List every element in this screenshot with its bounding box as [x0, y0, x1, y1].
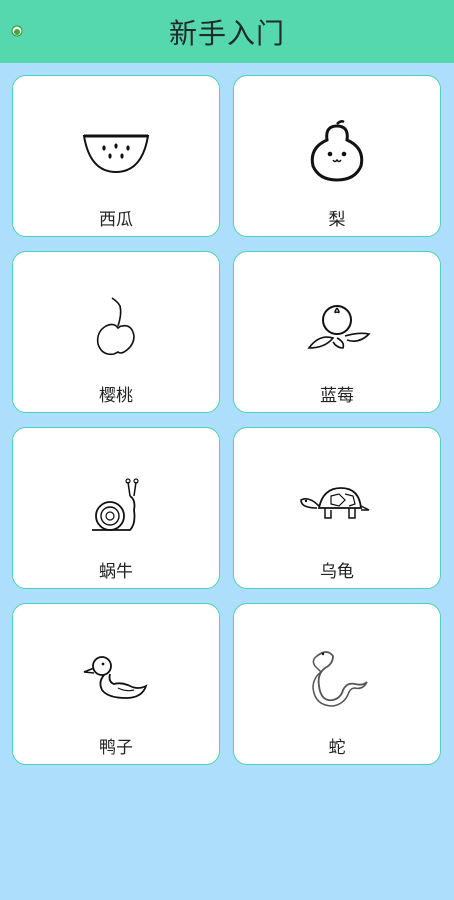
- duck-icon: [83, 656, 148, 699]
- card-label: 梨: [328, 210, 346, 230]
- page-title: 新手入门: [168, 16, 285, 50]
- snake-icon: [312, 651, 368, 707]
- card-label: 乌龟: [320, 562, 354, 582]
- card-pear[interactable]: 梨: [233, 75, 441, 237]
- snail-icon: [92, 478, 139, 531]
- card-snake[interactable]: 蛇: [233, 603, 441, 765]
- card-label: 樱桃: [99, 386, 133, 406]
- card-turtle[interactable]: 乌龟: [233, 427, 441, 589]
- card-snail[interactable]: 蜗牛: [12, 427, 220, 589]
- pear-icon: [310, 120, 364, 182]
- drawing-grid: 西瓜 梨 樱桃 蓝莓 蜗牛 乌龟 鸭子 蛇: [12, 75, 441, 765]
- card-label: 蛇: [328, 738, 346, 758]
- back-icon: [11, 25, 23, 37]
- card-label: 鸭子: [99, 738, 133, 758]
- card-label: 蜗牛: [99, 562, 133, 582]
- card-cherry[interactable]: 樱桃: [12, 251, 220, 413]
- cherry-icon: [96, 297, 135, 356]
- card-duck[interactable]: 鸭子: [12, 603, 220, 765]
- card-watermelon[interactable]: 西瓜: [12, 75, 220, 237]
- back-button[interactable]: [10, 24, 24, 38]
- app-header: 新手入门: [0, 0, 454, 63]
- card-label: 西瓜: [99, 210, 133, 230]
- turtle-icon: [300, 487, 370, 519]
- watermelon-icon: [82, 134, 150, 174]
- card-label: 蓝莓: [320, 386, 354, 406]
- card-blueberry[interactable]: 蓝莓: [233, 251, 441, 413]
- blueberry-icon: [307, 305, 371, 349]
